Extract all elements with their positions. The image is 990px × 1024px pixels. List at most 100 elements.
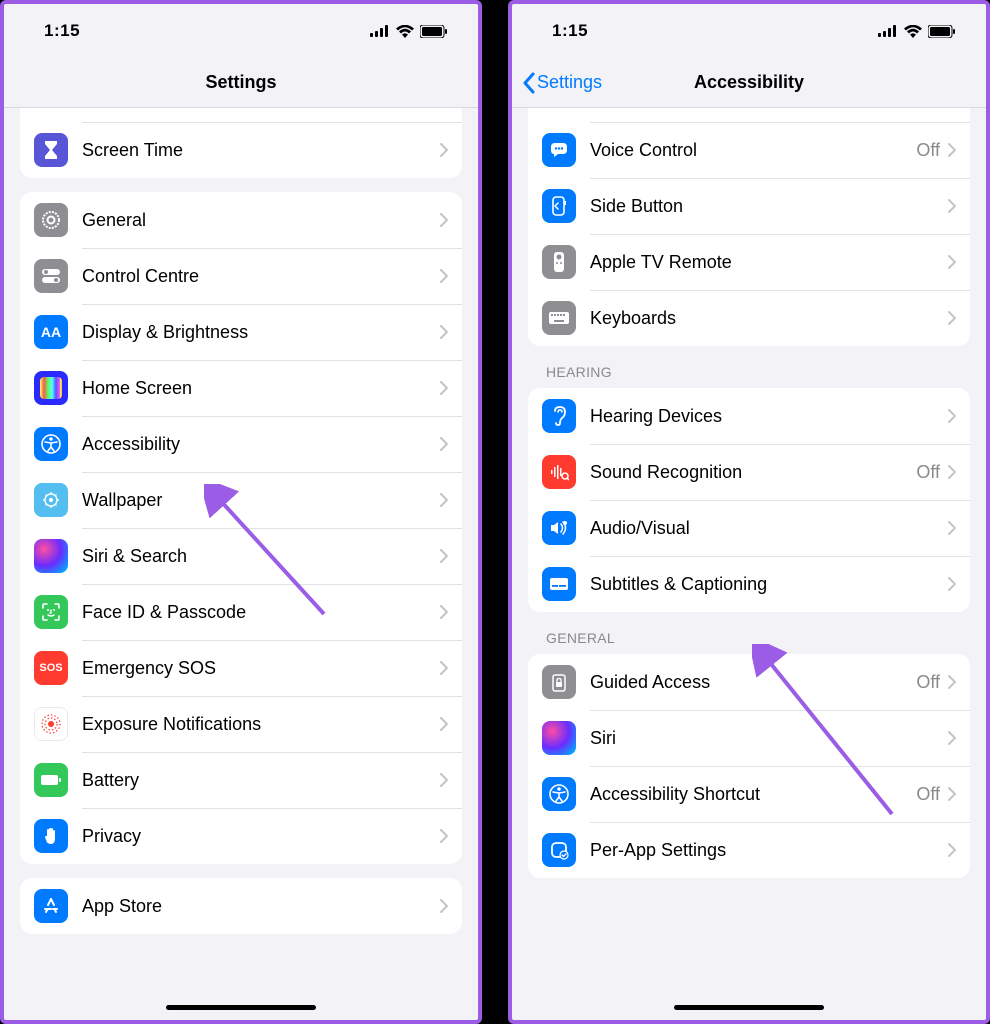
phone-accessibility: 1:15 Settings Accessibility Voice Contro… xyxy=(508,0,990,1024)
chevron-right-icon xyxy=(948,255,956,269)
row-battery[interactable]: Battery xyxy=(20,752,462,808)
chevron-right-icon xyxy=(948,143,956,157)
ear-icon xyxy=(542,399,576,433)
chevron-right-icon xyxy=(440,829,448,843)
row-label: Control Centre xyxy=(82,266,440,287)
row-value: Off xyxy=(916,672,940,693)
row-voice-control[interactable]: Voice Control Off xyxy=(528,122,970,178)
row-accessibility[interactable]: Accessibility xyxy=(20,416,462,472)
faceid-icon xyxy=(34,595,68,629)
statusbar-time: 1:15 xyxy=(44,21,80,41)
chevron-right-icon xyxy=(440,269,448,283)
row-app-store[interactable]: App Store xyxy=(20,878,462,934)
row-guided-access[interactable]: Guided Access Off xyxy=(528,654,970,710)
row-label: Siri & Search xyxy=(82,546,440,567)
chevron-right-icon xyxy=(948,521,956,535)
row-label: Audio/Visual xyxy=(590,518,948,539)
row-subtitles-captioning[interactable]: Subtitles & Captioning xyxy=(528,556,970,612)
signal-icon xyxy=(878,25,898,37)
chevron-right-icon xyxy=(948,199,956,213)
row-home-screen[interactable]: Home Screen xyxy=(20,360,462,416)
row-siri[interactable]: Siri xyxy=(528,710,970,766)
row-apple-tv-remote[interactable]: Apple TV Remote xyxy=(528,234,970,290)
chevron-right-icon xyxy=(948,675,956,689)
hand-icon xyxy=(34,819,68,853)
list-group: Voice Control Off Side Button Apple TV R… xyxy=(528,108,970,346)
row-label: Guided Access xyxy=(590,672,916,693)
hourglass-icon xyxy=(34,133,68,167)
row-siri-search[interactable]: Siri & Search xyxy=(20,528,462,584)
row-accessibility-shortcut[interactable]: Accessibility Shortcut Off xyxy=(528,766,970,822)
list-row-peek xyxy=(528,108,970,122)
chevron-right-icon xyxy=(440,437,448,451)
row-faceid-passcode[interactable]: Face ID & Passcode xyxy=(20,584,462,640)
row-audio-visual[interactable]: Audio/Visual xyxy=(528,500,970,556)
exposure-icon xyxy=(34,707,68,741)
battery-icon xyxy=(928,25,956,38)
row-label: Subtitles & Captioning xyxy=(590,574,948,595)
row-label: General xyxy=(82,210,440,231)
list-row-peek xyxy=(20,108,462,122)
row-control-centre[interactable]: Control Centre xyxy=(20,248,462,304)
wifi-icon xyxy=(904,25,922,38)
navbar: Settings Accessibility xyxy=(512,58,986,108)
chevron-right-icon xyxy=(440,213,448,227)
row-privacy[interactable]: Privacy xyxy=(20,808,462,864)
row-label: Hearing Devices xyxy=(590,406,948,427)
row-label: App Store xyxy=(82,896,440,917)
row-keyboards[interactable]: Keyboards xyxy=(528,290,970,346)
row-screen-time[interactable]: Screen Time xyxy=(20,122,462,178)
statusbar-icons xyxy=(878,25,956,38)
row-exposure-notifications[interactable]: Exposure Notifications xyxy=(20,696,462,752)
row-per-app-settings[interactable]: Per-App Settings xyxy=(528,822,970,878)
siri-icon xyxy=(34,539,68,573)
wifi-icon xyxy=(396,25,414,38)
settings-list[interactable]: Screen Time General Control Centre AA xyxy=(4,108,478,1020)
audiovisual-icon xyxy=(542,511,576,545)
chevron-right-icon xyxy=(440,605,448,619)
back-label: Settings xyxy=(537,72,602,93)
chevron-right-icon xyxy=(440,549,448,563)
row-label: Screen Time xyxy=(82,140,440,161)
list-group: Guided Access Off Siri Accessibility Sho… xyxy=(528,654,970,878)
statusbar: 1:15 xyxy=(4,4,478,58)
lock-icon xyxy=(542,665,576,699)
accessibility-list[interactable]: Voice Control Off Side Button Apple TV R… xyxy=(512,108,986,1020)
chevron-right-icon xyxy=(440,143,448,157)
chevron-right-icon xyxy=(948,409,956,423)
row-value: Off xyxy=(916,784,940,805)
perapp-icon xyxy=(542,833,576,867)
row-label: Battery xyxy=(82,770,440,791)
row-label: Privacy xyxy=(82,826,440,847)
row-general[interactable]: General xyxy=(20,192,462,248)
statusbar-time: 1:15 xyxy=(552,21,588,41)
row-label: Voice Control xyxy=(590,140,916,161)
voice-icon xyxy=(542,133,576,167)
back-button[interactable]: Settings xyxy=(522,72,602,94)
row-hearing-devices[interactable]: Hearing Devices xyxy=(528,388,970,444)
row-label: Side Button xyxy=(590,196,948,217)
navbar-title: Settings xyxy=(205,72,276,93)
row-label: Siri xyxy=(590,728,948,749)
section-header-general: GENERAL xyxy=(528,612,970,654)
aa-icon: AA xyxy=(34,315,68,349)
chevron-right-icon xyxy=(948,843,956,857)
wallpaper-icon xyxy=(34,483,68,517)
keyboard-icon xyxy=(542,301,576,335)
row-label: Accessibility Shortcut xyxy=(590,784,916,805)
sos-icon: SOS xyxy=(34,651,68,685)
navbar: Settings xyxy=(4,58,478,108)
row-display-brightness[interactable]: AA Display & Brightness xyxy=(20,304,462,360)
row-sound-recognition[interactable]: Sound Recognition Off xyxy=(528,444,970,500)
row-wallpaper[interactable]: Wallpaper xyxy=(20,472,462,528)
row-side-button[interactable]: Side Button xyxy=(528,178,970,234)
chevron-right-icon xyxy=(948,465,956,479)
chevron-right-icon xyxy=(440,899,448,913)
row-emergency-sos[interactable]: SOS Emergency SOS xyxy=(20,640,462,696)
chevron-right-icon xyxy=(440,661,448,675)
battery-icon xyxy=(34,763,68,797)
battery-icon xyxy=(420,25,448,38)
grid-icon xyxy=(34,371,68,405)
home-indicator xyxy=(674,1005,824,1010)
row-label: Keyboards xyxy=(590,308,948,329)
